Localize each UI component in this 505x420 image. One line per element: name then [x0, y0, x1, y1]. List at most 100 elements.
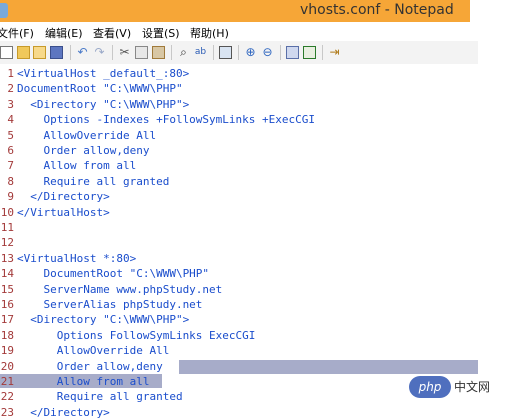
goto-icon[interactable] [219, 46, 232, 59]
line-number: 4 [7, 113, 14, 127]
code-line[interactable]: 10 </VirtualHost> [0, 205, 478, 220]
watermark-text: 中文网 [454, 380, 491, 394]
code-line[interactable]: 12 [0, 235, 478, 250]
php-logo: php [409, 376, 451, 398]
menu-file[interactable]: 文件(F) [0, 25, 34, 41]
code-line[interactable]: 1 <VirtualHost _default_:80> [0, 66, 478, 81]
code-line[interactable]: 14 DocumentRoot "C:\WWW\PHP" [0, 266, 478, 281]
line-text: DocumentRoot "C:\WWW\PHP" [17, 82, 183, 96]
code-line[interactable]: 2 DocumentRoot "C:\WWW\PHP" [0, 81, 478, 96]
line-number: 12 [0, 236, 14, 250]
code-line[interactable]: 8 Require all granted [0, 174, 478, 189]
code-line[interactable]: 4 Options -Indexes +FollowSymLinks +Exec… [0, 112, 478, 127]
code-line-selected[interactable]: 20 Order allow,deny [0, 359, 478, 374]
line-number: 23 [0, 405, 14, 419]
line-number: 11 [0, 221, 14, 234]
word-wrap-icon[interactable] [286, 46, 299, 59]
toolbar-separator [70, 45, 71, 60]
line-text: <Directory "C:\WWW\PHP"> [17, 313, 190, 327]
selection-highlight [179, 359, 478, 374]
code-line[interactable]: 3 <Directory "C:\WWW\PHP"> [0, 97, 478, 112]
line-text: </Directory> [17, 190, 110, 204]
line-number: 20 [0, 359, 14, 373]
line-text: Require all granted [17, 390, 183, 404]
line-number: 14 [0, 267, 14, 281]
new-file-icon[interactable] [0, 46, 13, 59]
code-line[interactable]: 9 </Directory> [0, 189, 478, 204]
line-number: 7 [7, 159, 14, 173]
line-text: <Directory "C:\WWW\PHP"> [17, 97, 190, 111]
line-number: 5 [7, 128, 14, 142]
editor-area[interactable]: 1 <VirtualHost _default_:80> 2 DocumentRoo… [0, 64, 505, 420]
code-line[interactable]: 22 Require all granted [0, 389, 478, 404]
line-number: 8 [7, 174, 14, 188]
paste-icon[interactable] [152, 46, 165, 59]
line-text: <VirtualHost *:80> [17, 251, 137, 265]
code-line[interactable]: 5 AllowOverride All [0, 128, 478, 143]
line-number: 18 [0, 328, 14, 342]
replace-icon[interactable]: ab [194, 46, 207, 59]
line-number: 3 [7, 97, 14, 111]
php-cn-watermark: php 中文网 [409, 376, 503, 398]
toolbar-separator [238, 45, 239, 60]
line-text: Order allow,deny [17, 144, 150, 157]
scheme-icon[interactable] [303, 46, 316, 59]
toolbar-separator [171, 45, 172, 60]
line-text: </Directory> [17, 405, 110, 419]
find-icon[interactable]: ⌕ [177, 46, 190, 59]
code-line[interactable]: 7 Allow from all [0, 158, 478, 173]
open-file-icon[interactable] [17, 46, 30, 59]
line-text: AllowOverride All [17, 344, 170, 358]
redo-icon[interactable]: ↷ [93, 46, 106, 59]
code-line[interactable]: 17 <Directory "C:\WWW\PHP"> [0, 312, 478, 327]
code-line[interactable]: 19 AllowOverride All [0, 343, 478, 358]
line-text: Options -Indexes +FollowSymLinks +ExecCG… [17, 113, 316, 127]
menu-bar: 文件(F) 编辑(E) 查看(V) 设置(S) 帮助(H) [0, 22, 505, 40]
menu-edit[interactable]: 编辑(E) [45, 25, 83, 41]
line-text: Order allow,deny [17, 359, 163, 373]
code-line[interactable]: 6 Order allow,deny [0, 143, 478, 158]
line-text: Require all granted [17, 174, 170, 188]
code-line[interactable]: 15 ServerName www.phpStudy.net [0, 282, 478, 297]
title-bar: vhosts.conf - Notepad [0, 0, 505, 22]
line-number: 17 [0, 313, 14, 327]
code-line[interactable]: 23 </Directory> [0, 405, 478, 420]
window-title: vhosts.conf - Notepad [300, 2, 454, 18]
code-line[interactable]: 16 ServerAlias phpStudy.net [0, 297, 478, 312]
code-line-selected[interactable]: 21 Allow from all [0, 374, 478, 389]
line-number: 10 [0, 205, 14, 219]
line-text: <VirtualHost _default_:80> [17, 67, 190, 80]
menu-view[interactable]: 查看(V) [93, 25, 131, 41]
line-number: 15 [0, 282, 14, 296]
line-number: 1 [7, 67, 14, 80]
copy-icon[interactable] [135, 46, 148, 59]
line-number: 13 [0, 251, 14, 265]
right-margin [478, 64, 505, 419]
line-text: DocumentRoot "C:\WWW\PHP" [17, 267, 210, 281]
line-text: Options FollowSymLinks ExecCGI [17, 328, 256, 342]
code-line[interactable]: 18 Options FollowSymLinks ExecCGI [0, 328, 478, 343]
toolbar-separator [112, 45, 113, 60]
zoom-out-icon[interactable]: ⊖ [261, 46, 274, 59]
line-number: 9 [7, 190, 14, 204]
toolbar-separator [280, 45, 281, 60]
cut-icon[interactable]: ✂ [118, 46, 131, 59]
code-line[interactable]: 13 <VirtualHost *:80> [0, 251, 478, 266]
line-text: Allow from all [17, 159, 137, 173]
line-number: 2 [7, 82, 14, 96]
code-line[interactable]: 11 [0, 220, 478, 235]
zoom-in-icon[interactable]: ⊕ [244, 46, 257, 59]
line-text: AllowOverride All [17, 128, 157, 142]
line-number: 16 [0, 298, 14, 311]
menu-settings[interactable]: 设置(S) [142, 25, 180, 41]
undo-icon[interactable]: ↶ [76, 46, 89, 59]
menu-help[interactable]: 帮助(H) [190, 25, 229, 41]
exit-icon[interactable]: ⇥ [328, 46, 341, 59]
notepad-app-icon [0, 3, 8, 18]
save-icon[interactable] [50, 46, 63, 59]
open-folder-icon[interactable] [33, 46, 46, 59]
line-number: 21 [0, 375, 14, 388]
line-text: Allow from all [17, 375, 150, 388]
line-number: 19 [0, 344, 14, 358]
line-text: </VirtualHost> [17, 205, 110, 219]
